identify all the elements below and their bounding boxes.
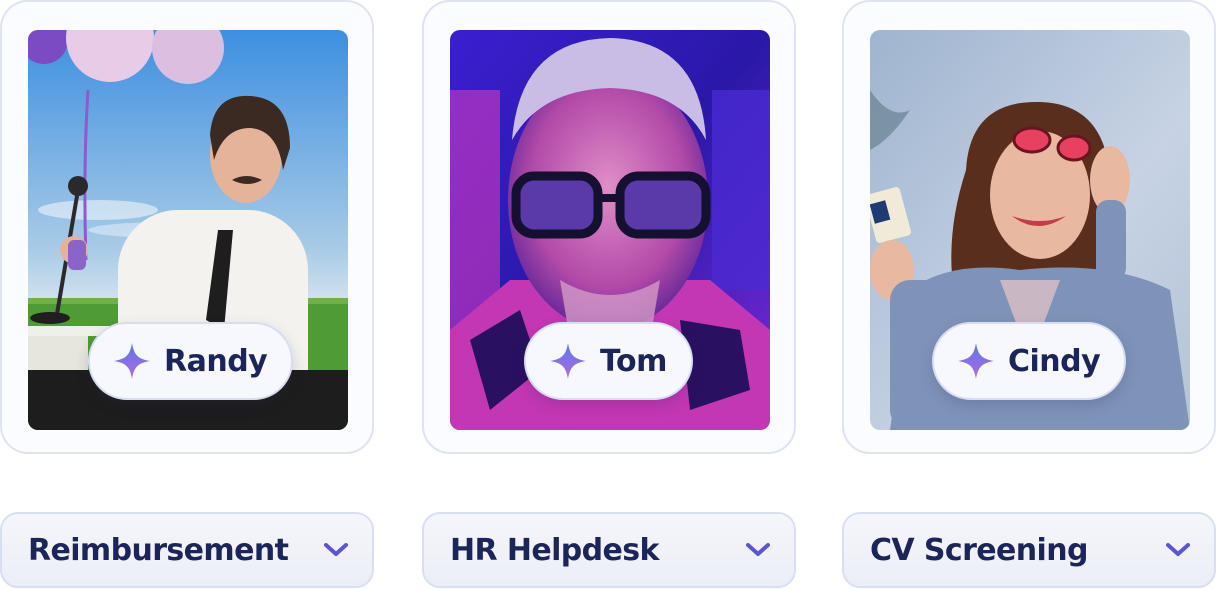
agent-name-badge: Randy	[88, 322, 294, 400]
role-dropdown[interactable]: Reimbursement	[0, 512, 374, 588]
chevron-down-icon	[746, 543, 770, 556]
agent-card[interactable]: Cindy	[842, 0, 1216, 454]
role-dropdown[interactable]: HR Helpdesk	[422, 512, 796, 588]
agent-selector: Randy Reimbursement Tom HR Helpdesk Cind…	[0, 0, 1216, 590]
role-dropdown[interactable]: CV Screening	[842, 512, 1216, 588]
role-dropdown-value: CV Screening	[870, 532, 1088, 568]
agent-name-badge: Cindy	[932, 322, 1127, 400]
agent-name: Cindy	[1008, 343, 1101, 379]
role-dropdown-value: HR Helpdesk	[450, 532, 660, 568]
sparkle-icon	[958, 343, 994, 379]
agent-name: Randy	[164, 343, 268, 379]
role-dropdown-value: Reimbursement	[28, 532, 289, 568]
agent-name: Tom	[600, 343, 667, 379]
chevron-down-icon	[1166, 543, 1190, 556]
sparkle-icon	[114, 343, 150, 379]
agent-card[interactable]: Randy	[0, 0, 374, 454]
agent-name-badge: Tom	[524, 322, 693, 400]
sparkle-icon	[550, 343, 586, 379]
chevron-down-icon	[324, 543, 348, 556]
agent-card[interactable]: Tom	[422, 0, 796, 454]
